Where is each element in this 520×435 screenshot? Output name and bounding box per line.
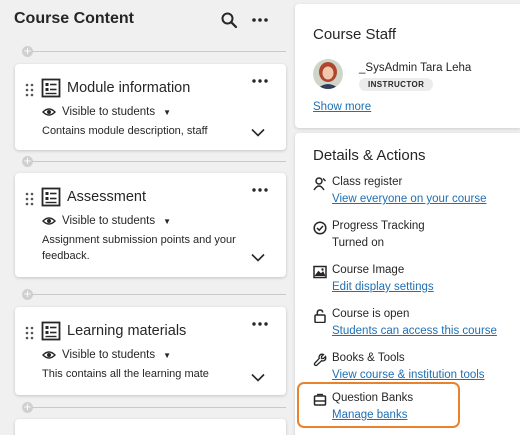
show-more-link[interactable]: Show more [313,101,371,113]
module-card-partial[interactable] [15,419,286,435]
visibility-label: Visible to students [62,106,156,118]
action-title: Class register [332,176,403,188]
module-card[interactable]: Learning materials Visible to students ▼… [15,307,286,395]
chevron-down-icon[interactable] [251,253,265,262]
caret-down-icon: ▼ [163,350,172,360]
action-title: Books & Tools [332,352,405,364]
progress-tracking-icon [313,221,327,235]
chevron-down-icon[interactable] [251,373,265,382]
lock-icon [314,309,326,323]
question-banks-highlight [297,382,460,428]
document-icon [41,321,61,341]
visibility-label: Visible to students [62,349,156,361]
more-icon[interactable] [250,11,270,29]
document-icon [41,78,61,98]
drag-handle-icon[interactable] [25,326,34,340]
module-description: Assignment submission points and your fe… [42,234,236,262]
eye-icon [42,217,56,225]
module-title[interactable]: Module information [67,80,190,96]
visibility-dropdown[interactable]: Visible to students ▼ [42,106,171,118]
drag-handle-icon[interactable] [25,83,34,97]
add-content-divider[interactable]: + [18,156,286,167]
details-actions-heading: Details & Actions [313,147,426,164]
add-content-divider[interactable]: + [18,46,286,57]
document-icon [41,187,61,207]
module-description: This contains all the learning mate [42,368,209,380]
progress-tracking-status: Turned on [332,237,384,249]
role-badge: INSTRUCTOR [359,78,434,91]
more-icon[interactable] [251,185,269,195]
caret-down-icon: ▼ [163,216,172,226]
course-content-title: Course Content [14,10,134,27]
course-image-icon [313,265,327,279]
chevron-down-icon[interactable] [251,128,265,137]
eye-icon [42,351,56,359]
add-content-divider[interactable]: + [18,402,286,413]
module-card[interactable]: Assessment Visible to students ▼ Assignm… [15,173,286,277]
action-title: Course Image [332,264,405,276]
class-register-icon [313,177,326,191]
staff-name[interactable]: _SysAdmin Tara Leha [359,62,471,74]
course-content-panel: Course Content + Module information Visi… [0,0,300,435]
edit-display-settings-link[interactable]: Edit display settings [332,281,434,293]
course-content-header: Course Content [14,8,284,34]
course-staff-panel: Course Staff _SysAdmin Tara Leha INSTRUC… [295,4,520,128]
search-icon[interactable] [220,11,238,29]
module-title[interactable]: Learning materials [67,323,186,339]
view-everyone-link[interactable]: View everyone on your course [332,193,487,205]
drag-handle-icon[interactable] [25,192,34,206]
avatar[interactable] [313,59,343,89]
add-content-divider[interactable]: + [18,289,286,300]
visibility-label: Visible to students [62,215,156,227]
more-icon[interactable] [251,76,269,86]
module-description: Contains module description, staff [42,125,208,137]
visibility-dropdown[interactable]: Visible to students ▼ [42,349,171,361]
module-title[interactable]: Assessment [67,189,146,205]
action-title: Progress Tracking [332,220,425,232]
eye-icon [42,108,56,116]
course-staff-heading: Course Staff [313,26,397,43]
wrench-icon [313,353,327,367]
visibility-dropdown[interactable]: Visible to students ▼ [42,215,171,227]
action-title: Course is open [332,308,410,320]
module-card[interactable]: Module information Visible to students ▼… [15,64,286,150]
more-icon[interactable] [251,319,269,329]
view-tools-link[interactable]: View course & institution tools [332,369,485,381]
caret-down-icon: ▼ [163,107,172,117]
students-access-link[interactable]: Students can access this course [332,325,497,337]
